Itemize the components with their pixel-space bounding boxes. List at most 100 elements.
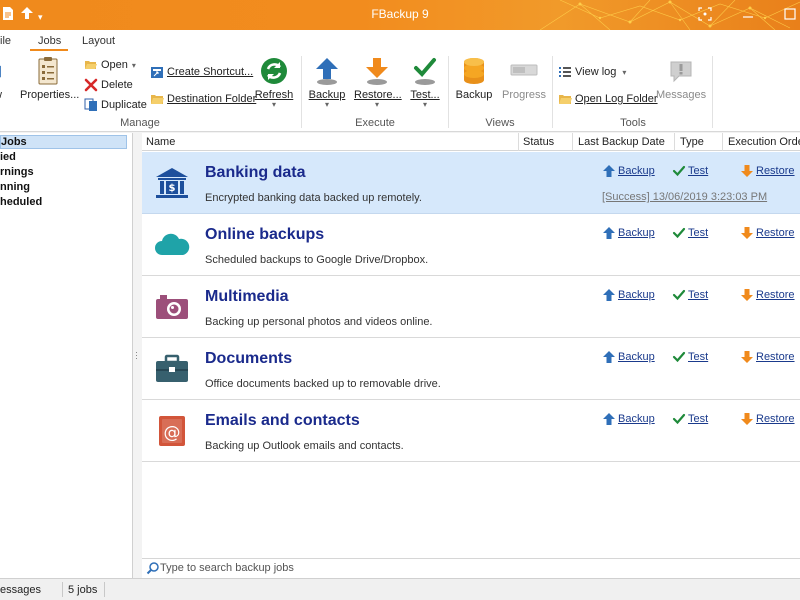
ribbon-separator (448, 56, 449, 128)
column-execution-order[interactable]: Execution Order (728, 136, 800, 148)
column-separator[interactable] (674, 133, 675, 151)
delete-button[interactable]: Delete (84, 78, 133, 92)
test-link[interactable]: Test (672, 226, 708, 240)
view-progress-button[interactable]: Progress (500, 56, 548, 101)
restore-down-arrow-icon (366, 58, 388, 85)
column-last-backup-date[interactable]: Last Backup Date (578, 136, 665, 148)
backup-link[interactable]: Backup (602, 350, 655, 364)
view-backup-button[interactable]: Backup (454, 56, 494, 101)
column-type[interactable]: Type (680, 136, 704, 148)
restore-link[interactable]: Restore (740, 412, 795, 426)
sidebar-item-all-jobs[interactable]: Jobs (0, 135, 127, 149)
test-link[interactable]: Test (672, 350, 708, 364)
job-row-multimedia[interactable]: Multimedia Backing up personal photos an… (142, 276, 800, 338)
maximize-icon[interactable] (784, 7, 796, 24)
restore-arrow-icon (741, 351, 753, 363)
title-bar: ▾ FBackup 9 (0, 0, 800, 30)
last-backup-status-link[interactable]: [Success] 13/06/2019 3:23:03 PM (602, 191, 767, 203)
test-link[interactable]: Test (672, 164, 708, 178)
execute-test-button[interactable]: Test... ▾ (407, 56, 443, 109)
job-row-emails-and-contacts[interactable]: @ Emails and contacts Backing up Outlook… (142, 400, 800, 462)
restore-link[interactable]: Restore (740, 226, 795, 240)
backup-arrow-icon (603, 165, 615, 177)
test-check-icon (672, 351, 686, 363)
tab-file[interactable]: ile (0, 35, 11, 47)
job-name: Documents (205, 350, 293, 367)
open-log-folder-button[interactable]: Open Log Folder (558, 92, 658, 106)
camera-icon (156, 295, 188, 319)
ribbon-separator (552, 56, 553, 128)
job-row-banking-data[interactable]: $ Banking data Encrypted banking data ba… (142, 152, 800, 214)
ribbon-separator (712, 56, 713, 128)
backup-arrow-icon (603, 289, 615, 301)
email-book-icon: @ (159, 416, 185, 446)
minimize-icon[interactable] (742, 7, 754, 24)
properties-button[interactable]: Properties... (20, 56, 79, 101)
status-separator (62, 582, 63, 597)
database-icon (464, 58, 484, 84)
restore-link[interactable]: Restore (740, 164, 795, 178)
job-name: Emails and contacts (205, 412, 360, 429)
active-tab-indicator (30, 49, 68, 51)
duplicate-button[interactable]: Duplicate (84, 98, 147, 112)
backup-link[interactable]: Backup (602, 164, 655, 178)
restore-dropdown-icon[interactable]: ▾ (354, 101, 400, 109)
refresh-dropdown-icon[interactable]: ▾ (254, 101, 294, 109)
restore-link[interactable]: Restore (740, 288, 795, 302)
sidebar-item-scheduled[interactable]: heduled (0, 196, 42, 210)
open-dropdown-icon[interactable]: ▾ (132, 61, 136, 70)
status-messages[interactable]: essages (0, 584, 41, 596)
test-check-icon (672, 413, 686, 425)
tab-jobs[interactable]: Jobs (38, 35, 61, 47)
messages-button[interactable]: Messages (656, 56, 706, 101)
refresh-button[interactable]: Refresh ▾ (254, 56, 294, 109)
backup-link[interactable]: Backup (602, 288, 655, 302)
splitter-grip-icon: · · · (135, 347, 138, 363)
search-input[interactable] (160, 560, 760, 576)
panel-splitter[interactable]: · · · (133, 133, 142, 578)
log-list-icon (559, 67, 571, 77)
view-log-dropdown-icon[interactable]: ▾ (622, 68, 626, 77)
properties-icon (38, 57, 58, 85)
test-dropdown-icon[interactable]: ▾ (407, 101, 443, 109)
new-job-icon (0, 65, 1, 78)
sidebar-item-failed[interactable]: ied (0, 151, 16, 165)
test-link[interactable]: Test (672, 412, 708, 426)
test-check-icon (672, 165, 686, 177)
column-status[interactable]: Status (523, 136, 554, 148)
backup-link[interactable]: Backup (602, 412, 655, 426)
backup-dropdown-icon[interactable]: ▾ (307, 101, 347, 109)
destination-folder-button[interactable]: Destination Folder (150, 92, 256, 106)
job-search-bar (142, 558, 800, 577)
bank-icon: $ (156, 168, 188, 198)
test-link[interactable]: Test (672, 288, 708, 302)
view-log-button[interactable]: View log ▾ (558, 65, 626, 79)
restore-arrow-icon (741, 165, 753, 177)
job-description: Scheduled backups to Google Drive/Dropbo… (205, 254, 429, 266)
sidebar-item-running[interactable]: nning (0, 181, 30, 195)
column-name[interactable]: Name (146, 136, 175, 148)
column-separator[interactable] (518, 133, 519, 151)
backup-arrow-icon (603, 413, 615, 425)
open-button[interactable]: Open ▾ (84, 58, 136, 72)
execute-backup-button[interactable]: Backup ▾ (307, 56, 347, 109)
create-shortcut-button[interactable]: Create Shortcut... (150, 65, 253, 79)
ribbon-separator (301, 56, 302, 128)
column-separator[interactable] (722, 133, 723, 151)
job-row-online-backups[interactable]: Online backups Scheduled backups to Goog… (142, 214, 800, 276)
new-button[interactable]: w (0, 56, 12, 101)
status-bar: essages 5 jobs (0, 578, 800, 600)
column-separator[interactable] (572, 133, 573, 151)
execute-restore-button[interactable]: Restore... ▾ (354, 56, 402, 109)
restore-link[interactable]: Restore (740, 350, 795, 364)
focus-mode-icon[interactable] (698, 7, 712, 24)
messages-icon (670, 61, 692, 83)
sidebar-item-warnings[interactable]: rnings (0, 166, 34, 180)
group-label-views: Views (485, 117, 515, 129)
backup-link[interactable]: Backup (602, 226, 655, 240)
tab-layout[interactable]: Layout (82, 35, 115, 47)
job-row-documents[interactable]: Documents Office documents backed up to … (142, 338, 800, 400)
group-label-manage: Manage (120, 117, 160, 129)
job-name: Banking data (205, 164, 306, 181)
test-check-icon (672, 289, 686, 301)
